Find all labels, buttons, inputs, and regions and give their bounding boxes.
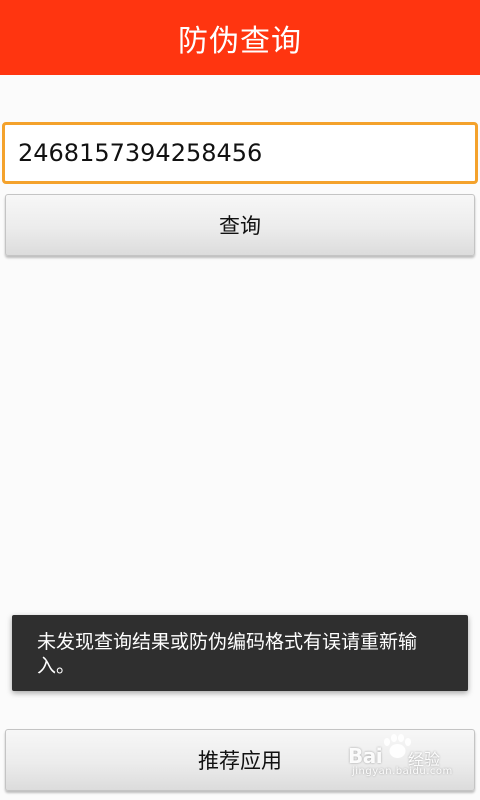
toast-message: 未发现查询结果或防伪编码格式有误请重新输入。 (12, 615, 468, 691)
watermark-domain: jingyan.baidu.com (352, 766, 453, 777)
main-content: 查询 未发现查询结果或防伪编码格式有误请重新输入。 推荐应用 (0, 75, 480, 800)
page-title: 防伪查询 (178, 23, 302, 59)
watermark-brand: Bai (348, 744, 383, 768)
security-code-input[interactable] (2, 122, 478, 184)
app-screen: 防伪查询 查询 未发现查询结果或防伪编码格式有误请重新输入。 推荐应用 Bai … (0, 0, 480, 800)
title-bar: 防伪查询 (0, 0, 480, 75)
query-button[interactable]: 查询 (5, 194, 475, 256)
baidu-jingyan-watermark: Bai 经验 jingyan.baidu.com (348, 734, 460, 777)
toast-text: 未发现查询结果或防伪编码格式有误请重新输入。 (37, 631, 418, 677)
